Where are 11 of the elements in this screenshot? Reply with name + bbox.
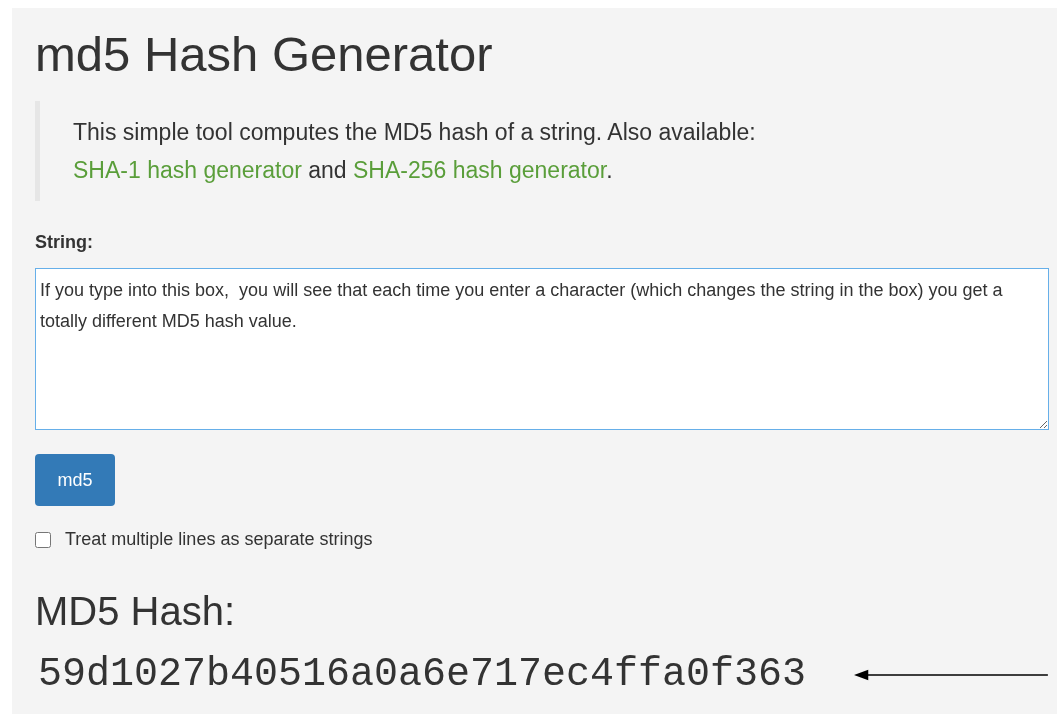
- page-title: md5 Hash Generator: [35, 26, 493, 79]
- hash-value: 59d1027b40516a0a6e717ec4ffa0f363: [38, 655, 807, 695]
- string-field[interactable]: If you type into this box, you will see that each time you enter a character (which changes the string in the box) you get a totally different MD5 hash value.: [35, 268, 1049, 430]
- field-label: String:: [35, 231, 93, 254]
- result-heading: MD5 Hash:: [35, 591, 236, 631]
- link[interactable]: SHA-256 hash generator: [353, 157, 607, 183]
- link[interactable]: SHA-1 hash generator: [73, 157, 302, 183]
- description-text: This simple tool computes the MD5 hash of a string. Also available: SHA-1 hash generator and SHA-256 hash generator.: [73, 118, 757, 185]
- checkbox[interactable]: [35, 531, 51, 548]
- md5-button[interactable]: md5: [35, 454, 115, 506]
- checkbox-label: Treat multiple lines as separate strings: [65, 528, 373, 551]
